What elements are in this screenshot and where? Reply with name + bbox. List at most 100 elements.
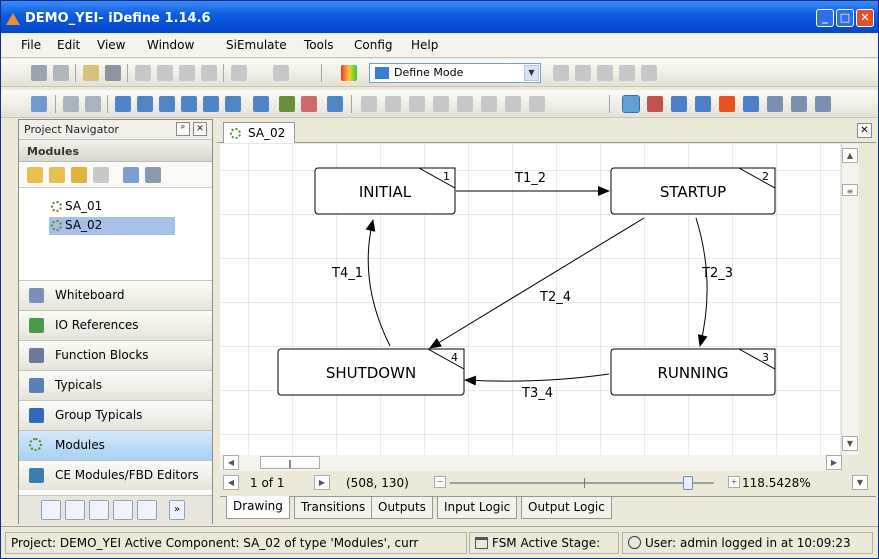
scroll-thumb[interactable]: ≡ bbox=[842, 184, 858, 196]
close-button[interactable]: ✕ bbox=[856, 9, 874, 27]
new-folder-icon[interactable] bbox=[49, 167, 65, 183]
redo-icon[interactable] bbox=[273, 65, 289, 81]
stop-icon[interactable] bbox=[575, 65, 591, 81]
table-icon[interactable] bbox=[85, 96, 101, 112]
state-shutdown[interactable]: 4 SHUTDOWN bbox=[277, 348, 465, 396]
tree-item-sa-01[interactable]: SA_01 bbox=[49, 198, 102, 216]
menu-help[interactable]: Help bbox=[411, 38, 438, 52]
same-size-icon[interactable] bbox=[529, 96, 545, 112]
nav-more-button[interactable]: » bbox=[169, 500, 185, 520]
fit-icon[interactable] bbox=[115, 96, 131, 112]
paste-icon[interactable] bbox=[201, 65, 217, 81]
nav-timer-button[interactable] bbox=[137, 500, 157, 520]
menu-siemulate[interactable]: SiEmulate bbox=[226, 38, 287, 52]
title-bar[interactable]: DEMO_YEI- iDefine 1.14.6 _ □ ✕ bbox=[1, 1, 878, 33]
save-all-icon[interactable] bbox=[53, 65, 69, 81]
tab-transitions[interactable]: Transitions bbox=[294, 497, 373, 519]
scroll-left-icon[interactable]: ◀ bbox=[223, 455, 239, 470]
nav-section-whiteboard[interactable]: Whiteboard bbox=[19, 280, 212, 310]
nav-section-group-typicals[interactable]: Group Typicals bbox=[19, 400, 212, 430]
zoom-fit-icon[interactable] bbox=[137, 96, 153, 112]
nav-edit-button[interactable] bbox=[113, 500, 133, 520]
tab-output-logic[interactable]: Output Logic bbox=[521, 497, 612, 519]
zoom-options-icon[interactable]: ▼ bbox=[852, 475, 868, 490]
save-icon[interactable] bbox=[31, 65, 47, 81]
nav-section-function-blocks[interactable]: Function Blocks bbox=[19, 340, 212, 370]
timer-icon[interactable] bbox=[767, 96, 783, 112]
tree-item-sa-02[interactable]: SA_02 bbox=[49, 217, 175, 235]
tab-input-logic[interactable]: Input Logic bbox=[437, 497, 518, 519]
zoom-in-button[interactable]: + bbox=[728, 476, 740, 488]
select-tool-icon[interactable] bbox=[622, 95, 640, 113]
new-module-icon[interactable] bbox=[27, 167, 43, 183]
zoom-slider[interactable] bbox=[450, 476, 714, 490]
nav-function-button[interactable] bbox=[89, 500, 109, 520]
actual-size-icon[interactable] bbox=[225, 96, 241, 112]
zoom-out-icon[interactable] bbox=[181, 96, 197, 112]
users-icon[interactable] bbox=[791, 96, 807, 112]
zoom-window-icon[interactable] bbox=[203, 96, 219, 112]
tab-sa-02[interactable]: SA_02 bbox=[223, 122, 295, 143]
play-icon[interactable] bbox=[553, 65, 569, 81]
scroll-up-icon[interactable]: ▲ bbox=[842, 148, 858, 163]
grid-snap-icon[interactable] bbox=[279, 96, 295, 112]
zoom-in-icon[interactable] bbox=[159, 96, 175, 112]
maximize-button[interactable]: □ bbox=[836, 9, 854, 27]
transition-tool-icon[interactable] bbox=[695, 96, 711, 112]
refresh-modules-icon[interactable] bbox=[123, 167, 139, 183]
nav-section-ce-modules[interactable]: CE Modules/FBD Editors bbox=[19, 460, 212, 490]
pin-button[interactable]: ᵖ bbox=[176, 122, 190, 136]
distribute-icon[interactable] bbox=[505, 96, 521, 112]
scroll-thumb-horizontal[interactable]: ‖ bbox=[260, 456, 320, 469]
align-bottom-icon[interactable] bbox=[433, 96, 449, 112]
grid-icon[interactable] bbox=[63, 96, 79, 112]
copy-icon[interactable] bbox=[179, 65, 195, 81]
cut-icon[interactable] bbox=[157, 65, 173, 81]
tab-outputs[interactable]: Outputs bbox=[371, 497, 433, 519]
horizontal-scrollbar[interactable]: ◀ ‖ ▶ bbox=[220, 455, 842, 471]
properties-icon[interactable] bbox=[327, 96, 343, 112]
nav-section-typicals[interactable]: Typicals bbox=[19, 370, 212, 400]
center-vertical-icon[interactable] bbox=[457, 96, 473, 112]
prev-page-icon[interactable]: ◀ bbox=[223, 475, 239, 490]
tab-drawing[interactable]: Drawing bbox=[226, 496, 290, 519]
zoom-slider-thumb[interactable] bbox=[682, 476, 693, 490]
state-tool-icon[interactable] bbox=[671, 96, 687, 112]
color-mode-icon[interactable] bbox=[341, 65, 357, 81]
mode-select[interactable]: Define Mode ▼ bbox=[369, 63, 541, 83]
print-icon[interactable] bbox=[105, 65, 121, 81]
scroll-down-icon[interactable]: ▼ bbox=[842, 436, 858, 451]
menu-config[interactable]: Config bbox=[354, 38, 393, 52]
copy-doc-icon[interactable] bbox=[83, 65, 99, 81]
settings-icon[interactable] bbox=[815, 96, 831, 112]
menu-tools[interactable]: Tools bbox=[304, 38, 334, 52]
menu-file[interactable]: File bbox=[21, 38, 41, 52]
nav-section-modules[interactable]: Modules bbox=[19, 430, 212, 460]
menu-view[interactable]: View bbox=[97, 38, 125, 52]
editor-close-button[interactable]: ✕ bbox=[857, 123, 872, 138]
menu-window[interactable]: Window bbox=[147, 38, 194, 52]
align-right-icon[interactable] bbox=[385, 96, 401, 112]
align-left-icon[interactable] bbox=[361, 96, 377, 112]
undo-icon[interactable] bbox=[231, 65, 247, 81]
delete-icon[interactable] bbox=[135, 65, 151, 81]
search-icon[interactable] bbox=[743, 96, 759, 112]
refresh-icon[interactable] bbox=[641, 65, 657, 81]
zoom-out-button[interactable]: − bbox=[434, 476, 446, 488]
copy-module-icon[interactable] bbox=[93, 167, 109, 183]
fsm-canvas[interactable]: T1_2 T2_3 T2_4 T3_4 T4_1 1 INITIAL 2 STA… bbox=[220, 144, 840, 455]
state-initial[interactable]: 1 INITIAL bbox=[314, 167, 456, 215]
module-properties-icon[interactable] bbox=[145, 167, 161, 183]
nav-section-io-references[interactable]: IO References bbox=[19, 310, 212, 340]
align-top-icon[interactable] bbox=[409, 96, 425, 112]
next-page-icon[interactable]: ▶ bbox=[314, 475, 330, 490]
scroll-right-icon[interactable]: ▶ bbox=[826, 455, 842, 470]
state-running[interactable]: 3 RUNNING bbox=[610, 348, 776, 396]
nav-typicals-button[interactable] bbox=[41, 500, 61, 520]
step-icon[interactable] bbox=[597, 65, 613, 81]
open-folder-icon[interactable] bbox=[71, 167, 87, 183]
page-icon[interactable] bbox=[253, 96, 269, 112]
vertical-scrollbar[interactable]: ▲ ≡ ▼ bbox=[841, 144, 859, 455]
center-horizontal-icon[interactable] bbox=[481, 96, 497, 112]
menu-edit[interactable]: Edit bbox=[57, 38, 80, 52]
